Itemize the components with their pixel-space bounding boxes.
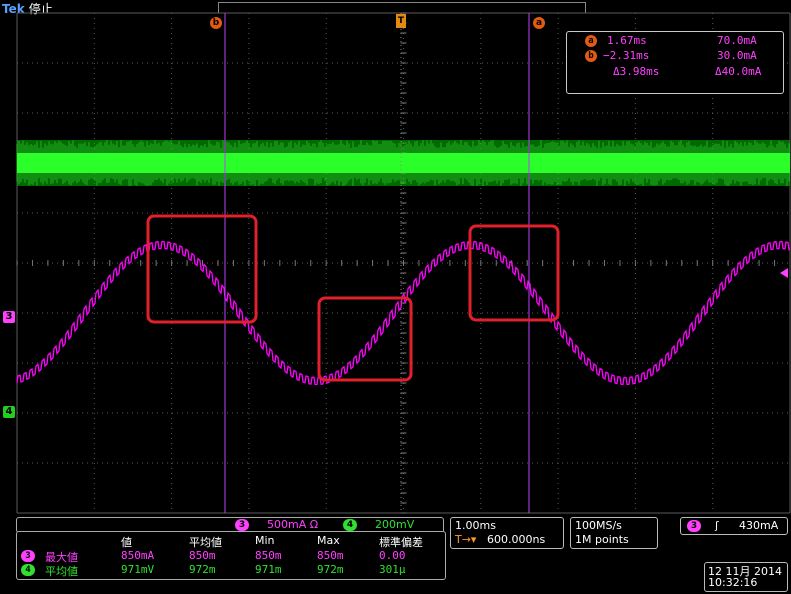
trigger-level: 430mA [739, 519, 779, 532]
trigger-position-marker[interactable]: T [396, 14, 406, 28]
cursor-b-time: −2.31ms [603, 49, 650, 62]
ch4-ground-marker[interactable]: 4 [3, 406, 15, 418]
cursor-delta-value: Δ40.0mA [715, 65, 762, 78]
cursor-b-badge: b [585, 50, 597, 62]
cursor-a-tag[interactable]: a [533, 17, 545, 29]
meas-header-stddev: 標準偏差 [379, 536, 423, 549]
highlight-boxes [146, 214, 788, 382]
meas-row1-max: 850m [317, 549, 344, 562]
ch3-offscreen-marker [780, 268, 788, 278]
meas-header-max: Max [317, 534, 340, 547]
time-per-div: 1.00ms [455, 519, 496, 532]
highlight-box [146, 214, 258, 324]
cursor-readout-panel: a 1.67ms 70.0mA b −2.31ms 30.0mA Δ3.98ms… [566, 31, 784, 94]
acquisition-panel[interactable]: 100MS/s 1M points [570, 517, 658, 549]
ch3-scale[interactable]: 500mA Ω [267, 518, 318, 531]
meas-row2-max: 972m [317, 563, 344, 576]
cursor-a-time: 1.67ms [607, 34, 647, 47]
meas-row1-stddev: 0.00 [379, 549, 406, 562]
ch3-chip[interactable]: 3 [235, 519, 249, 531]
meas-row1-ch-chip: 3 [21, 550, 35, 562]
ch4-chip[interactable]: 4 [343, 519, 357, 531]
trigger-position-value: 600.000ns [487, 533, 546, 546]
record-length: 1M points [575, 533, 629, 546]
ch3-ground-marker[interactable]: 3 [3, 311, 15, 323]
meas-row1-mean: 850m [189, 549, 216, 562]
cursor-b-value: 30.0mA [717, 49, 757, 62]
meas-row2-name: 平均値 [45, 565, 78, 578]
cursor-delta-time: Δ3.98ms [613, 65, 660, 78]
meas-row2-min: 971m [255, 563, 282, 576]
ch4-scale[interactable]: 200mV [375, 518, 414, 531]
cursor-a-badge: a [585, 35, 597, 47]
cursor-b-tag[interactable]: b [210, 17, 222, 29]
oscilloscope-screen: Tek 停止 b a T a 1.67ms 70.0mA b −2.31ms 30… [0, 0, 791, 594]
timebase-panel[interactable]: 1.00ms T→▾ 600.000ns [450, 517, 564, 549]
meas-header-mean: 平均値 [189, 536, 222, 549]
meas-row2-ch-chip: 4 [21, 564, 35, 576]
trigger-panel[interactable]: 3 ʃ 430mA [680, 517, 788, 535]
meas-row2-stddev: 301µ [379, 563, 406, 576]
highlight-box [317, 296, 413, 382]
meas-row2-value: 971mV [121, 563, 155, 576]
meas-header-value: 値 [121, 536, 132, 549]
meas-row1-value: 850mA [121, 549, 155, 562]
ch4-waveform [16, 140, 790, 186]
meas-header-min: Min [255, 534, 275, 547]
meas-row1-min: 850m [255, 549, 282, 562]
measurement-table: 値 平均値 Min Max 標準偏差 3 最大値 850mA 850m 850m… [16, 531, 446, 580]
sample-rate: 100MS/s [575, 519, 622, 532]
trigger-slope-icon: ʃ [715, 519, 719, 532]
time-label: 10:32:16 [708, 576, 758, 589]
trigger-source-chip: 3 [687, 520, 701, 532]
meas-row2-mean: 972m [189, 563, 216, 576]
datetime-panel: 12 11月 2014 10:32:16 [704, 562, 788, 592]
trigger-position-icon: T→▾ [455, 533, 477, 546]
cursor-a-value: 70.0mA [717, 34, 757, 47]
